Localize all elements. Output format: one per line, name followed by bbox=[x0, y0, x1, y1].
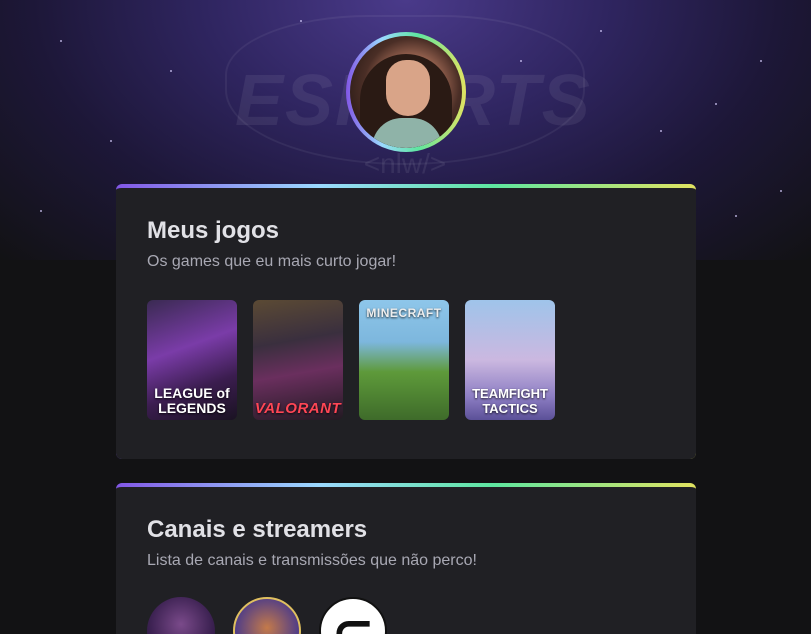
channel-avatar[interactable] bbox=[233, 597, 301, 634]
games-list: LEAGUE of LEGENDS VALORANT MINECRAFT TEA… bbox=[147, 300, 665, 420]
channels-card: Canais e streamers Lista de canais e tra… bbox=[116, 483, 696, 634]
game-title: LEAGUE of LEGENDS bbox=[154, 385, 230, 416]
games-title: Meus jogos bbox=[147, 217, 280, 244]
game-teamfight-tactics[interactable]: TEAMFIGHT TACTICS bbox=[465, 300, 555, 420]
channel-avatar[interactable]: ⊂ bbox=[319, 597, 387, 634]
games-subtitle: Os games que eu mais curto jogar! bbox=[147, 253, 397, 270]
profile-photo bbox=[350, 36, 462, 148]
channel-avatar[interactable] bbox=[147, 597, 215, 634]
channel-logo-icon: ⊂ bbox=[331, 604, 375, 634]
background-logo-sub: <nlw/> bbox=[363, 148, 447, 179]
profile-avatar bbox=[346, 32, 466, 152]
channels-subtitle: Lista de canais e transmissões que não p… bbox=[147, 552, 477, 569]
game-title: MINECRAFT bbox=[366, 306, 442, 320]
games-card: Meus jogos Os games que eu mais curto jo… bbox=[116, 184, 696, 459]
game-league-of-legends[interactable]: LEAGUE of LEGENDS bbox=[147, 300, 237, 420]
channels-title: Canais e streamers bbox=[147, 516, 368, 543]
game-title: TEAMFIGHT TACTICS bbox=[472, 386, 548, 416]
game-title: VALORANT bbox=[254, 400, 342, 417]
channels-list: ⊂ bbox=[147, 597, 665, 634]
game-minecraft[interactable]: MINECRAFT bbox=[359, 300, 449, 420]
game-valorant[interactable]: VALORANT bbox=[253, 300, 343, 420]
